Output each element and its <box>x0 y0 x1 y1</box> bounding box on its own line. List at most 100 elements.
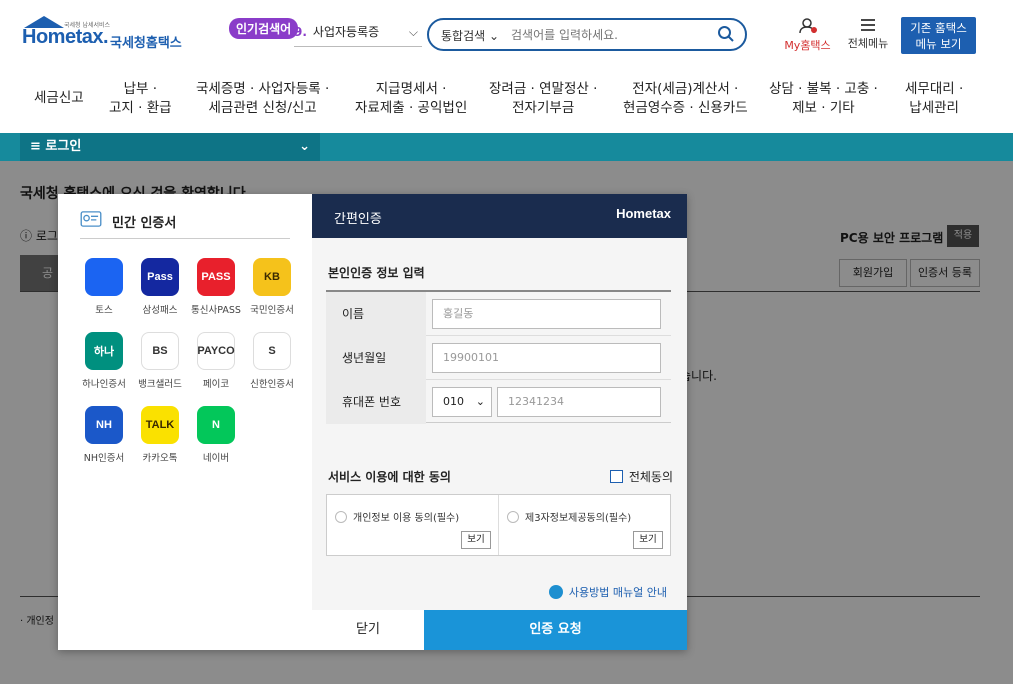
cert-option-kakaotalk[interactable]: TALK 카카오톡 <box>132 406 188 464</box>
cert-option-hana[interactable]: 하나하나인증서 <box>76 332 132 390</box>
view-privacy-button[interactable]: 보기 <box>461 531 491 549</box>
popular-term: 사업자등록증 <box>312 25 380 39</box>
phone-label: 휴대폰 번호 <box>326 380 426 424</box>
agree-all-checkbox[interactable]: 전체동의 <box>609 468 673 485</box>
naver-icon: N <box>197 406 235 444</box>
cert-label: 카카오톡 <box>142 453 178 464</box>
cert-label: 삼성패스 <box>142 305 178 316</box>
payco-icon: PAYCO <box>197 332 235 370</box>
logo-text: Hometax. <box>22 26 109 48</box>
consent-third-party-radio[interactable]: 제3자정보제공동의(필수) <box>507 509 631 524</box>
old-menu-button[interactable]: 기존 홈택스 메뉴 보기 <box>901 17 976 54</box>
shinhan-icon: S <box>253 332 291 370</box>
view-third-party-button[interactable]: 보기 <box>633 531 663 549</box>
popular-search-select[interactable]: 9. 사업자등록증 ⌵ <box>294 23 422 47</box>
user-guide-icon <box>548 585 563 599</box>
identity-section-title: 본인인증 정보 입력 <box>328 266 425 280</box>
certificate-icon <box>80 211 102 227</box>
divider <box>80 238 290 239</box>
all-menu-label: 전체메뉴 <box>847 37 889 50</box>
private-cert-title: 민간 인증서 <box>112 216 177 231</box>
logo-korean: 국세청홈택스 <box>110 36 182 51</box>
chevron-down-icon: ⌄ <box>475 395 485 408</box>
cert-label: 페이코 <box>202 379 230 390</box>
header: 국세청 납세서비스 Hometax. 국세청홈택스 인기검색어 9. 사업자등록증… <box>0 0 1013 70</box>
simple-auth-modal: 민간 인증서 토스 Pass 삼성패스 PASS 통신사PASS KB 국민인증서하나하나인… <box>58 194 687 650</box>
birth-row: 생년월일 19900101 <box>326 336 671 380</box>
simple-auth-pane: 간편인증 Hometax 본인인증 정보 입력 이름 홍길동 생년월일 1990… <box>312 194 687 650</box>
cert-label: 하나인증서 <box>82 379 126 390</box>
hometax-logo-small: Hometax <box>616 206 671 221</box>
cert-label: 신한인증서 <box>250 379 294 390</box>
close-button[interactable]: 닫기 <box>312 610 424 650</box>
manual-link[interactable]: 사용방법 매뉴얼 안내 <box>548 584 667 600</box>
search-scope-select[interactable]: 통합검색 ⌄ <box>441 27 499 44</box>
phone-input[interactable]: 12341234 <box>497 387 661 417</box>
samsung-pass-icon: Pass <box>141 258 179 296</box>
cert-label: 뱅크샐러드 <box>138 379 182 390</box>
nh-icon: NH <box>85 406 123 444</box>
name-input[interactable]: 홍길동 <box>432 299 661 329</box>
nav-e-invoice[interactable]: 전자(세금)계산서 · 현금영수증 · 신용카드 <box>623 80 748 118</box>
search-icon[interactable] <box>717 25 735 43</box>
cert-label: 네이버 <box>202 453 230 464</box>
radio-icon <box>507 511 519 523</box>
phone-row: 휴대폰 번호 010 ⌄ 12341234 <box>326 380 671 424</box>
cert-option-shinhan[interactable]: S 신한인증서 <box>244 332 300 390</box>
kakaotalk-icon: TALK <box>141 406 179 444</box>
private-cert-pane: 민간 인증서 토스 Pass 삼성패스 PASS 통신사PASS KB 국민인증서하나하나인… <box>58 194 312 650</box>
breadcrumb-login[interactable]: ≡ 로그인 ⌄ <box>20 133 320 161</box>
cert-option-samsung-pass[interactable]: Pass 삼성패스 <box>132 258 188 316</box>
simple-auth-title: 간편인증 <box>334 212 382 227</box>
cert-option-nh[interactable]: NH NH인증서 <box>76 406 132 464</box>
all-menu-button[interactable]: 전체메뉴 <box>843 18 893 51</box>
divider <box>498 495 499 555</box>
old-menu-line2: 메뉴 보기 <box>915 37 962 51</box>
popular-search-badge: 인기검색어 <box>229 18 299 39</box>
radio-icon <box>335 511 347 523</box>
cert-option-pass[interactable]: PASS 통신사PASS <box>188 258 244 316</box>
cert-option-toss[interactable]: 토스 <box>76 258 132 316</box>
old-menu-line1: 기존 홈택스 <box>910 21 967 35</box>
consent-title: 서비스 이용에 대한 동의 <box>328 470 451 484</box>
pass-icon: PASS <box>197 258 235 296</box>
simple-auth-header: 간편인증 Hometax <box>312 194 687 238</box>
nav-statement[interactable]: 지급명세서 · 자료제출 · 공익법인 <box>355 80 467 118</box>
cert-option-banksalad[interactable]: BS 뱅크샐러드 <box>132 332 188 390</box>
checkbox-icon <box>609 470 623 483</box>
nav-tax-agent[interactable]: 세무대리 · 납세관리 <box>905 80 963 118</box>
popular-rank: 9. <box>294 25 307 39</box>
search-box: 통합검색 ⌄ <box>427 18 747 51</box>
auth-request-button[interactable]: 인증 요청 <box>424 610 687 650</box>
user-icon <box>798 18 817 34</box>
cert-label: 토스 <box>95 305 113 316</box>
name-label: 이름 <box>326 292 426 336</box>
search-input[interactable] <box>511 24 711 46</box>
nav-consult[interactable]: 상담 · 불복 · 고충 · 제보 · 기타 <box>769 80 878 118</box>
consent-privacy-radio[interactable]: 개인정보 이용 동의(필수) <box>335 509 459 524</box>
kb-icon: KB <box>253 258 291 296</box>
banksalad-icon: BS <box>141 332 179 370</box>
nav-certificate[interactable]: 국세증명 · 사업자등록 · 세금관련 신청/신고 <box>196 80 329 118</box>
my-hometax-button[interactable]: My홈택스 <box>780 18 835 53</box>
nav-tax-report[interactable]: 세금신고 <box>34 89 84 108</box>
cert-option-naver[interactable]: N 네이버 <box>188 406 244 464</box>
birth-input[interactable]: 19900101 <box>432 343 661 373</box>
hometax-logo[interactable]: 국세청 납세서비스 Hometax. 국세청홈택스 <box>20 16 185 56</box>
toss-icon <box>85 258 123 296</box>
hana-icon: 하나 <box>85 332 123 370</box>
consent-box: 개인정보 이용 동의(필수) 제3자정보제공동의(필수) 보기 보기 <box>326 494 671 556</box>
birth-label: 생년월일 <box>326 336 426 380</box>
breadcrumb-bar: ≡ 로그인 ⌄ <box>0 133 1013 161</box>
nav-incentive[interactable]: 장려금 · 연말정산 · 전자기부금 <box>489 80 597 118</box>
cert-label: NH인증서 <box>83 453 125 464</box>
cert-label: 국민인증서 <box>250 305 294 316</box>
cert-option-payco[interactable]: PAYCO 페이코 <box>188 332 244 390</box>
phone-prefix-select[interactable]: 010 ⌄ <box>432 387 492 417</box>
nav-payment[interactable]: 납부 · 고지 · 환급 <box>109 80 172 118</box>
cert-label: 통신사PASS <box>191 305 241 316</box>
cert-option-kb[interactable]: KB 국민인증서 <box>244 258 300 316</box>
identity-form: 이름 홍길동 생년월일 19900101 휴대폰 번호 010 ⌄ 1234123… <box>326 290 671 424</box>
main-nav: 세금신고 납부 · 고지 · 환급 국세증명 · 사업자등록 · 세금관련 신청/신… <box>0 70 1013 133</box>
my-hometax-label: My홈택스 <box>784 39 831 52</box>
